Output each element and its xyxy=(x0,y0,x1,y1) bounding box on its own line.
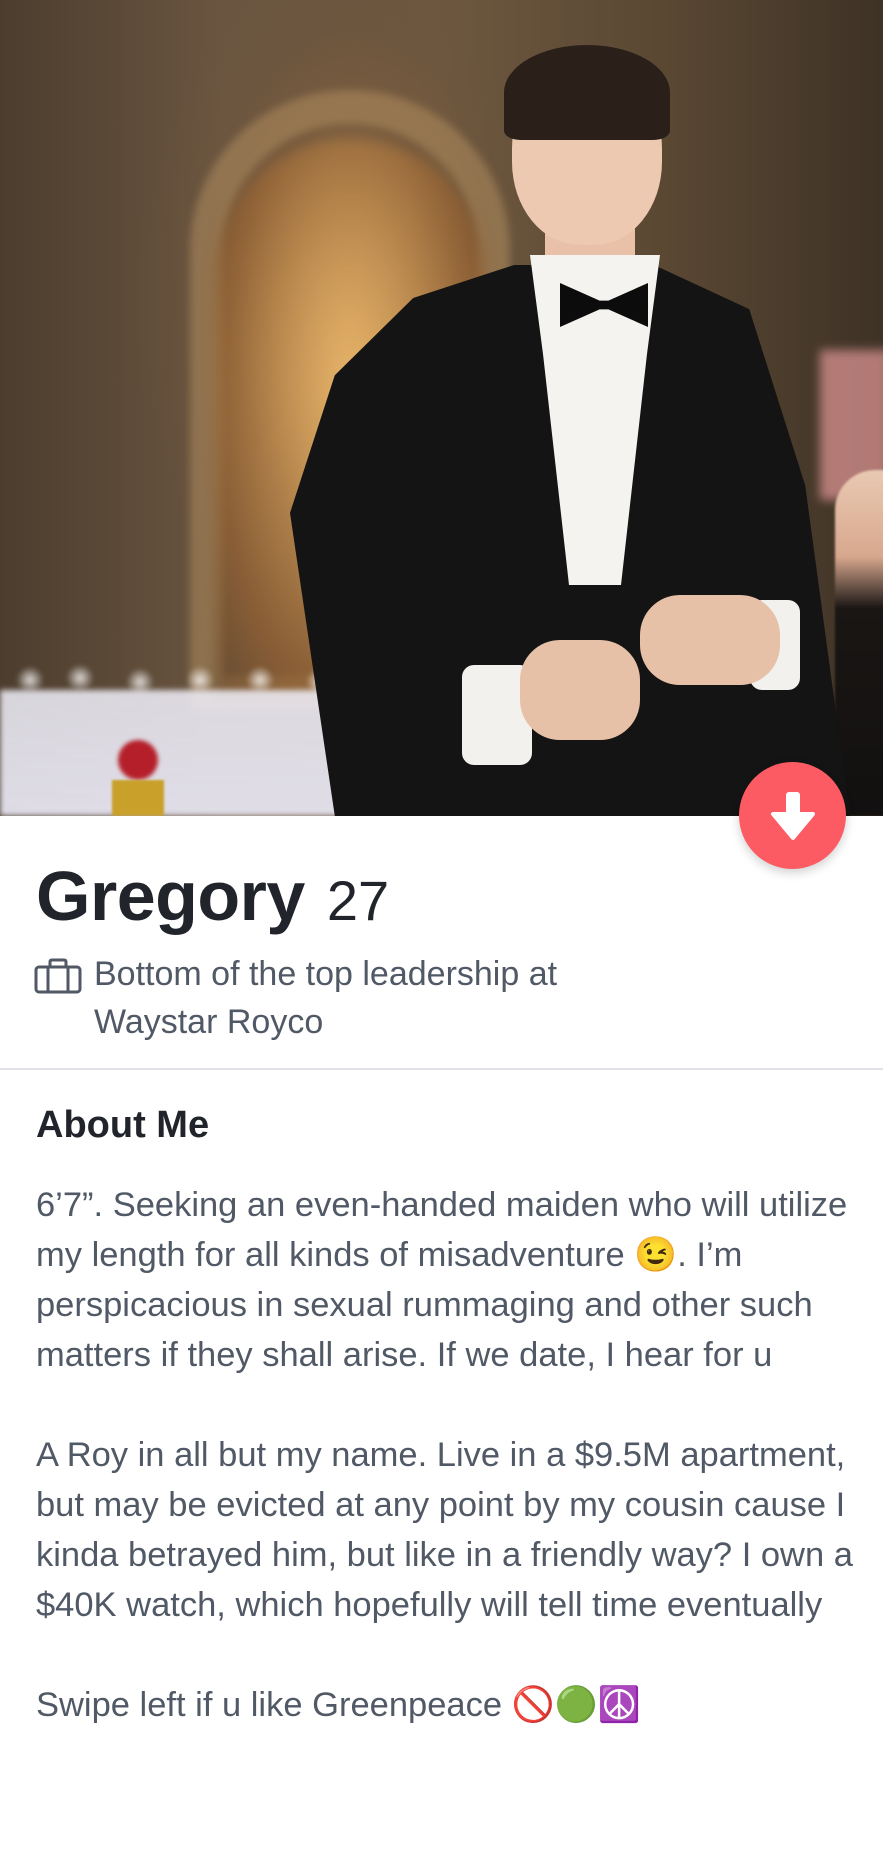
photo-subject-hair xyxy=(504,45,670,140)
about-paragraph: A Roy in all but my name. Live in a $9.5… xyxy=(36,1436,863,1624)
photo-vase xyxy=(112,780,164,816)
photo-subject-hand xyxy=(520,640,640,740)
about-body: 6’7”. Seeking an even-handed maiden who … xyxy=(36,1180,866,1730)
section-divider xyxy=(0,1068,883,1070)
briefcase-icon xyxy=(34,958,82,994)
job-text: Bottom of the top leadership at Waystar … xyxy=(94,950,694,1046)
about-title: About Me xyxy=(36,1104,210,1146)
about-paragraph: Swipe left if u like Greenpeace 🚫🟢☮️ xyxy=(36,1686,641,1724)
profile-photo[interactable] xyxy=(0,0,883,816)
profile-header: Gregory 27 xyxy=(36,856,389,936)
about-paragraph: 6’7”. Seeking an even-handed maiden who … xyxy=(36,1186,857,1374)
job-line: Waystar Royco xyxy=(94,1003,324,1041)
photo-subject-hand xyxy=(640,595,780,685)
profile-age: 27 xyxy=(326,869,390,932)
photo-flower xyxy=(118,740,158,780)
arrow-down-icon xyxy=(770,791,815,840)
profile-name: Gregory xyxy=(36,857,305,935)
collapse-profile-button[interactable] xyxy=(739,762,846,869)
job-line: Bottom of the top leadership at xyxy=(94,955,558,993)
profile-job: Bottom of the top leadership at Waystar … xyxy=(34,950,694,1046)
profile-screen: Gregory 27 Bottom of the top leadership … xyxy=(0,0,883,1864)
